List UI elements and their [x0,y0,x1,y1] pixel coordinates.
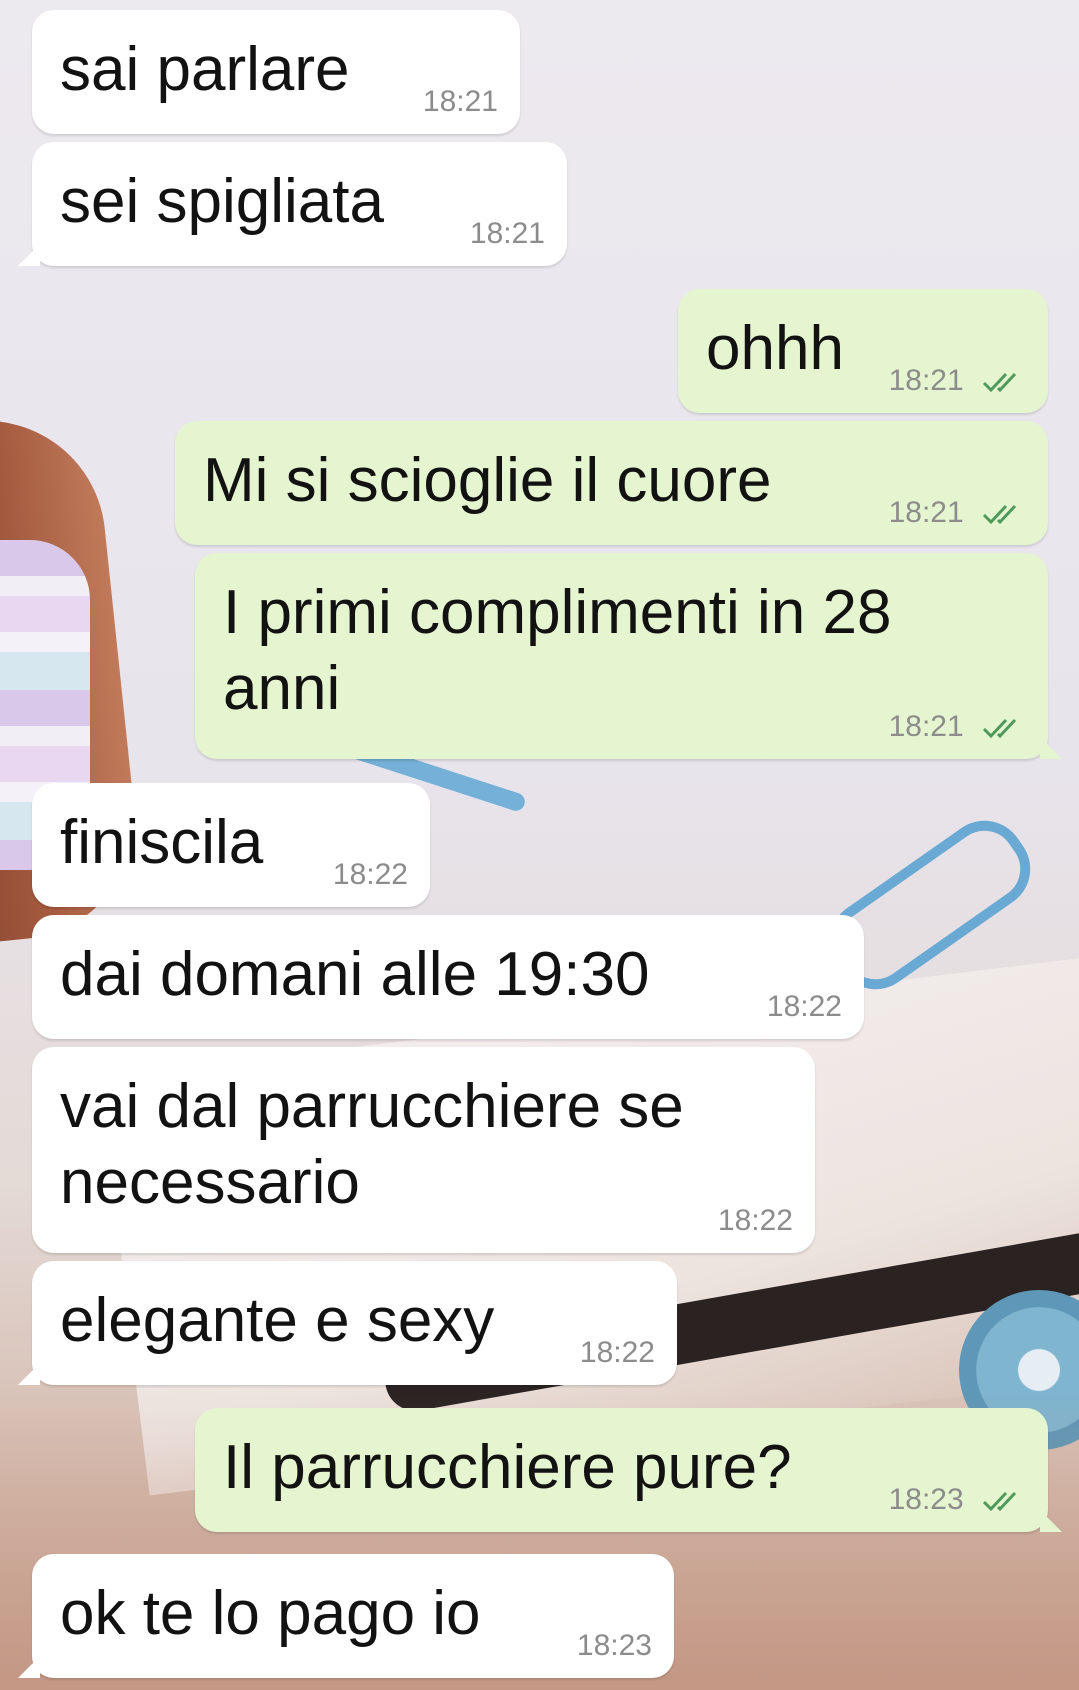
message-time: 18:21 [422,85,498,118]
message-bubble-incoming[interactable]: finiscila 18:22 [32,783,430,907]
message-bubble-incoming[interactable]: dai domani alle 19:30 18:22 [32,915,864,1039]
message-time: 18:21 [888,496,964,529]
message-text: dai domani alle 19:30 [60,940,650,1009]
message-bubble-outgoing[interactable]: I primi complimenti in 28 anni 18:21 [195,553,1062,759]
message-text: sai parlare [60,35,350,104]
message-bubble-incoming[interactable]: sai parlare 18:21 [32,10,520,134]
message-bubble-incoming[interactable]: sei spigliata 18:21 [18,142,567,266]
message-bubble-incoming[interactable]: vai dal parrucchiere se necessario 18:22 [32,1047,815,1253]
message-bubble-incoming[interactable]: ok te lo pago io 18:23 [18,1554,674,1678]
message-text: I primi complimenti in 28 anni [223,578,892,723]
double-check-icon [982,1492,1017,1512]
message-text: finiscila [60,808,264,877]
message-bubble-outgoing[interactable]: Mi si scioglie il cuore 18:21 [175,421,1048,545]
message-time: 18:21 [888,364,964,397]
message-text: Mi si scioglie il cuore [203,446,772,515]
double-check-icon [982,505,1017,525]
message-bubble-outgoing[interactable]: ohhh 18:21 [678,289,1048,413]
message-time: 18:23 [888,1483,964,1516]
message-time: 18:22 [717,1204,793,1237]
message-text: sei spigliata [60,167,384,236]
message-text: ok te lo pago io [60,1579,481,1648]
message-time: 18:22 [766,990,842,1023]
message-text: Il parrucchiere pure? [223,1433,792,1502]
message-text: elegante e sexy [60,1286,495,1355]
double-check-icon [982,719,1017,739]
message-list[interactable]: sai parlare 18:21 sei spigliata 18:21 oh… [0,0,1079,1690]
message-time: 18:22 [579,1336,655,1369]
message-bubble-outgoing[interactable]: Il parrucchiere pure? 18:23 [195,1408,1062,1532]
message-time: 18:23 [576,1629,652,1662]
message-time: 18:22 [332,858,408,891]
message-time: 18:21 [888,710,964,743]
double-check-icon [982,373,1017,393]
message-text: vai dal parrucchiere se necessario [60,1072,684,1217]
message-time: 18:21 [469,217,545,250]
message-bubble-incoming[interactable]: elegante e sexy 18:22 [18,1261,677,1385]
message-text: ohhh [706,314,844,383]
